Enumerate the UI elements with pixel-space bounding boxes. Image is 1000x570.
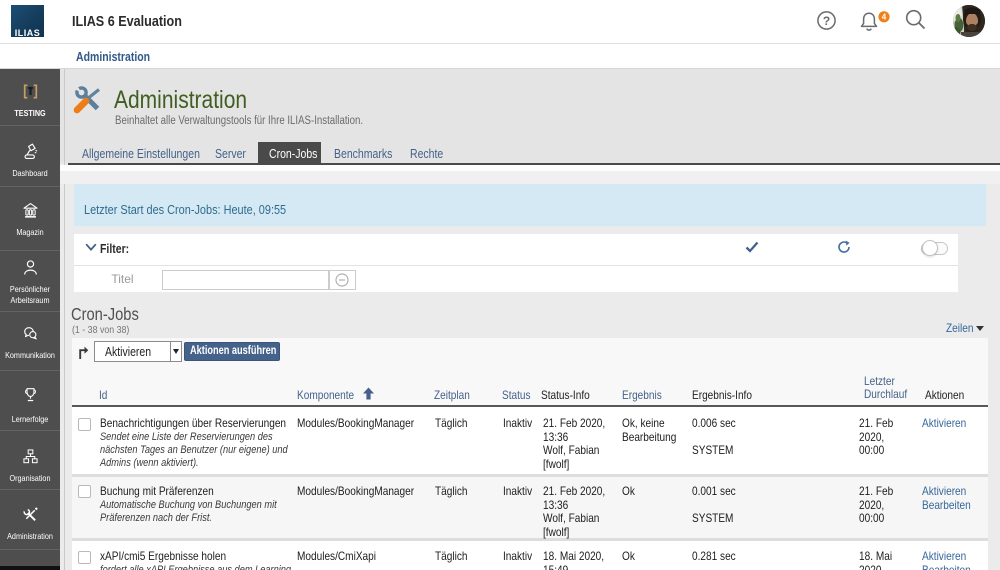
svg-text:?: ?	[823, 14, 830, 28]
svg-text:4: 4	[882, 13, 887, 22]
